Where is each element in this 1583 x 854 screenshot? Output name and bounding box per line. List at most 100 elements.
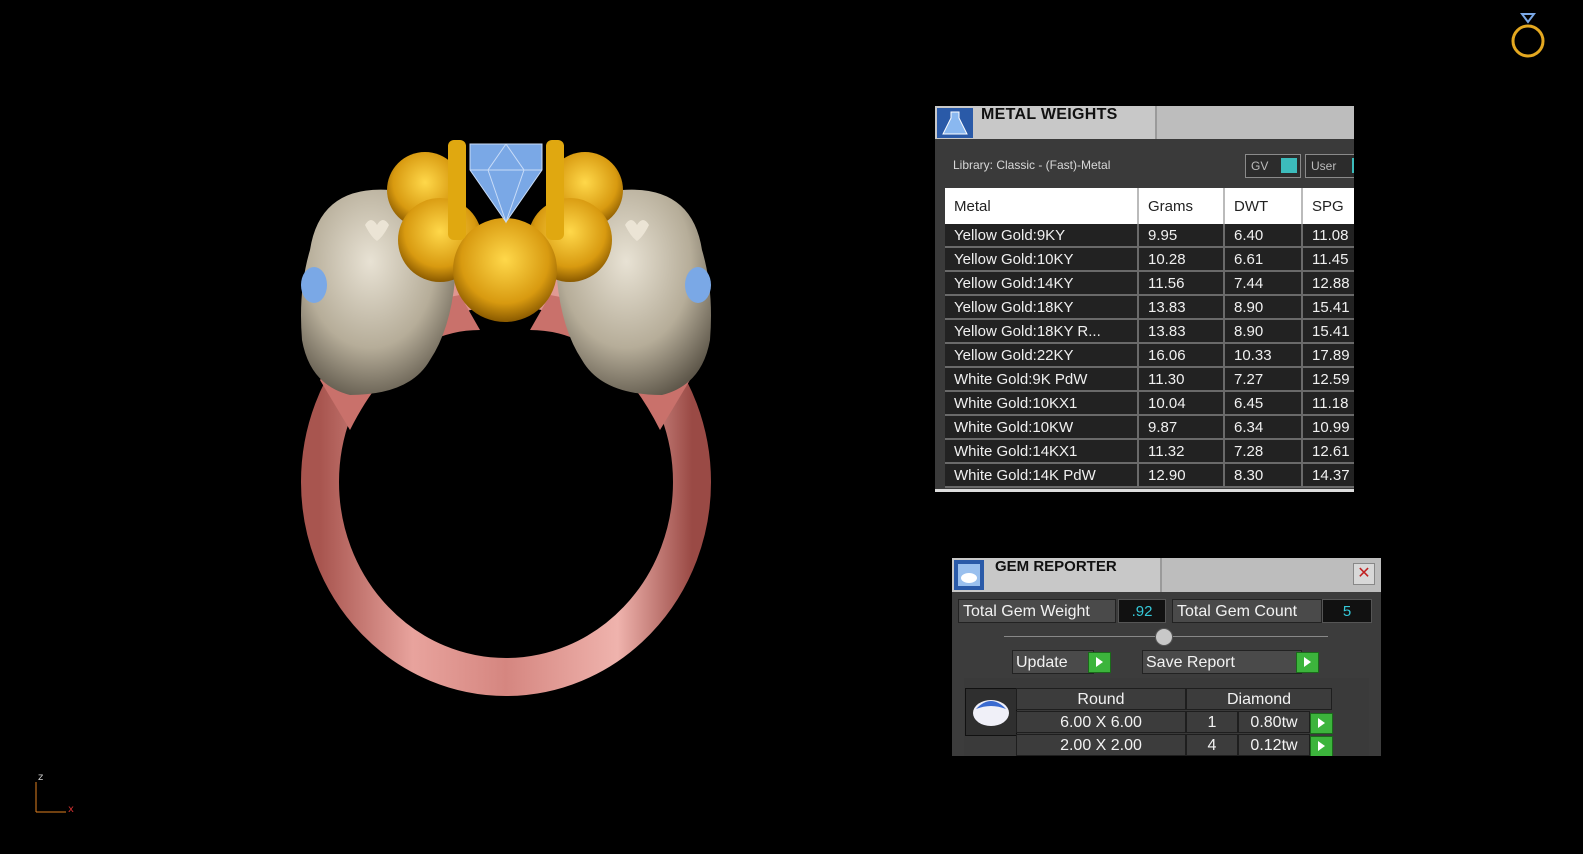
spg-cell: 14.37 (1302, 463, 1354, 488)
table-row[interactable]: White Gold:10KW 9.87 6.34 10.99 (945, 415, 1354, 440)
grams-cell: 9.95 (1138, 224, 1225, 248)
header-drag-area[interactable] (1162, 558, 1381, 592)
dwt-cell: 8.30 (1224, 463, 1303, 488)
spg-cell: 11.18 (1302, 391, 1354, 416)
metal-cell: White Gold:10KX1 (945, 391, 1139, 416)
gem-report-icon (954, 560, 984, 590)
close-icon: ✕ (1357, 565, 1371, 582)
gem-weight-cell: 0.80tw (1238, 711, 1310, 733)
gem-reporter-panel: GEM REPORTER ✕ Total Gem Weight .92 Tota… (952, 558, 1381, 756)
update-button[interactable]: Update (1012, 650, 1094, 674)
spg-cell: 12.59 (1302, 367, 1354, 392)
metal-cell: Yellow Gold:14KY (945, 271, 1139, 296)
table-row[interactable]: Yellow Gold:18KY R... 13.83 8.90 15.41 (945, 319, 1354, 344)
metal-flask-icon (937, 108, 973, 138)
update-go-icon[interactable] (1088, 652, 1111, 673)
table-row[interactable]: Yellow Gold:18KY 13.83 8.90 15.41 (945, 295, 1354, 320)
metal-weights-panel: METAL WEIGHTS Library: Classic - (Fast)-… (935, 106, 1354, 492)
spg-cell: 12.88 (1302, 271, 1354, 296)
spg-cell: 15.41 (1302, 319, 1354, 344)
save-report-label: Save Report (1146, 654, 1235, 671)
column-header-metal[interactable]: Metal (945, 188, 1139, 224)
table-row[interactable]: White Gold:14K PdW 12.90 8.30 14.37 (945, 463, 1354, 488)
metal-cell: Yellow Gold:22KY (945, 343, 1139, 368)
dwt-cell: 7.44 (1224, 271, 1303, 296)
metal-cell: Yellow Gold:18KY (945, 295, 1139, 320)
dwt-cell: 8.90 (1224, 295, 1303, 320)
grams-cell: 16.06 (1138, 343, 1225, 368)
metal-cell: White Gold:14K PdW (945, 463, 1139, 488)
dwt-cell: 6.61 (1224, 247, 1303, 272)
gem-row-go-icon[interactable] (1310, 713, 1333, 734)
gem-weight-cell: 0.12tw (1238, 734, 1310, 756)
user-toggle[interactable]: User (1305, 154, 1354, 178)
save-report-go-icon[interactable] (1296, 652, 1319, 673)
spg-cell: 11.08 (1302, 224, 1354, 248)
metal-cell: Yellow Gold:10KY (945, 247, 1139, 272)
spg-cell: 15.41 (1302, 295, 1354, 320)
gem-type-header: Diamond (1186, 688, 1332, 710)
user-toggle-indicator (1352, 158, 1354, 173)
axis-indicator-icon: z x (35, 772, 74, 815)
splitter-handle[interactable] (1155, 628, 1173, 646)
close-button[interactable]: ✕ (1353, 563, 1375, 585)
dwt-cell: 6.40 (1224, 224, 1303, 248)
gem-count-cell: 4 (1186, 734, 1238, 756)
gem-reporter-title: GEM REPORTER (995, 558, 1117, 575)
column-header-spg[interactable]: SPG (1302, 188, 1354, 224)
gv-toggle[interactable]: GV (1245, 154, 1301, 178)
grams-cell: 13.83 (1138, 295, 1225, 320)
grams-cell: 11.56 (1138, 271, 1225, 296)
total-gem-count-value: 5 (1322, 599, 1372, 623)
metal-weights-header[interactable]: METAL WEIGHTS (935, 106, 1354, 139)
table-row[interactable]: Yellow Gold:9KY 9.95 6.40 11.08 (945, 224, 1354, 248)
grams-cell: 12.90 (1138, 463, 1225, 488)
gv-label: GV (1251, 159, 1269, 173)
dwt-cell: 7.27 (1224, 367, 1303, 392)
metal-cell: Yellow Gold:9KY (945, 224, 1139, 248)
metal-cell: White Gold:9K PdW (945, 367, 1139, 392)
gv-toggle-indicator (1281, 158, 1297, 173)
dwt-cell: 6.45 (1224, 391, 1303, 416)
grams-cell: 13.83 (1138, 319, 1225, 344)
spg-cell: 11.45 (1302, 247, 1354, 272)
table-header-row: Metal Grams DWT SPG (945, 188, 1354, 224)
user-label: User (1311, 159, 1337, 173)
table-row[interactable]: White Gold:9K PdW 11.30 7.27 12.59 (945, 367, 1354, 392)
table-row[interactable]: White Gold:14KX1 11.32 7.28 12.61 (945, 439, 1354, 464)
gem-size-cell: 2.00 X 2.00 (1016, 734, 1186, 756)
panel-bottom-edge (935, 489, 1354, 492)
gem-reporter-header[interactable]: GEM REPORTER ✕ (952, 558, 1381, 592)
metal-cell: Yellow Gold:18KY R... (945, 319, 1139, 344)
spg-cell: 12.61 (1302, 439, 1354, 464)
header-drag-area[interactable] (1157, 106, 1354, 139)
column-header-dwt[interactable]: DWT (1224, 188, 1303, 224)
dwt-cell: 8.90 (1224, 319, 1303, 344)
grams-cell: 11.32 (1138, 439, 1225, 464)
grams-cell: 10.28 (1138, 247, 1225, 272)
gem-row-go-icon[interactable] (1310, 736, 1333, 756)
update-label: Update (1016, 654, 1068, 671)
table-row[interactable]: White Gold:10KX1 10.04 6.45 11.18 (945, 391, 1354, 416)
dwt-cell: 7.28 (1224, 439, 1303, 464)
ring-model[interactable] (290, 130, 730, 700)
spg-cell: 10.99 (1302, 415, 1354, 440)
gem-shape-header: Round (1016, 688, 1186, 710)
gem-size-cell: 6.00 X 6.00 (1016, 711, 1186, 733)
ring-view-icon[interactable] (1508, 8, 1548, 62)
grams-cell: 10.04 (1138, 391, 1225, 416)
total-gem-count-label: Total Gem Count (1172, 599, 1322, 623)
table-row[interactable]: Yellow Gold:14KY 11.56 7.44 12.88 (945, 271, 1354, 296)
metal-cell: White Gold:10KW (945, 415, 1139, 440)
metal-cell: White Gold:14KX1 (945, 439, 1139, 464)
column-header-grams[interactable]: Grams (1138, 188, 1225, 224)
save-report-button[interactable]: Save Report (1142, 650, 1302, 674)
round-gem-icon[interactable] (965, 688, 1017, 736)
total-gem-weight-label: Total Gem Weight (958, 599, 1116, 623)
spg-cell: 17.89 (1302, 343, 1354, 368)
dwt-cell: 6.34 (1224, 415, 1303, 440)
table-row[interactable]: Yellow Gold:22KY 16.06 10.33 17.89 (945, 343, 1354, 368)
dwt-cell: 10.33 (1224, 343, 1303, 368)
table-row[interactable]: Yellow Gold:10KY 10.28 6.61 11.45 (945, 247, 1354, 272)
axis-x-label: x (68, 804, 74, 815)
